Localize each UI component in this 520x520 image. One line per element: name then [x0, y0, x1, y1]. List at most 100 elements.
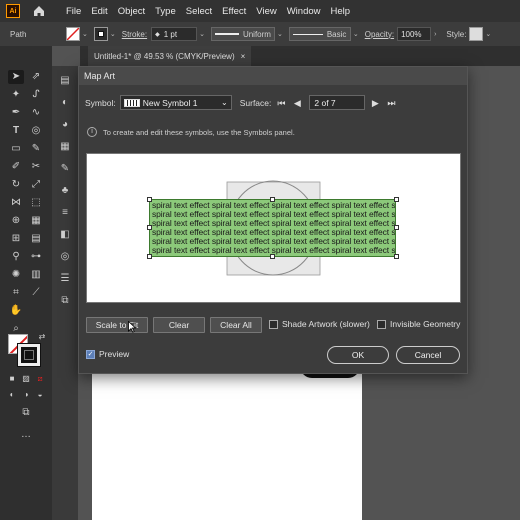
first-surface-icon[interactable]: ⏮ [275, 97, 287, 109]
preview-checkbox[interactable]: ✓ Preview [86, 349, 129, 359]
menu-window[interactable]: Window [287, 6, 321, 17]
home-icon[interactable] [32, 4, 46, 18]
free-transform-icon[interactable]: ⬚ [28, 196, 44, 210]
profile-chevron-icon[interactable]: ⌄ [277, 30, 283, 38]
swatches-panel-icon[interactable]: ▦ [57, 140, 73, 154]
brushes-panel-icon[interactable]: ✎ [57, 162, 73, 176]
stroke-weight-chevron-icon[interactable]: ⌄ [199, 30, 205, 38]
variable-width-profile-dropdown[interactable]: Uniform [210, 27, 275, 41]
graphic-style-swatch[interactable] [469, 27, 484, 41]
screen-mode-icon[interactable]: ⧉ [18, 406, 34, 420]
document-tab[interactable]: Untitled-1* @ 49.53 % (CMYK/Preview) × [88, 46, 252, 66]
appearance-panel-icon[interactable]: ◐ [57, 96, 73, 110]
gradient-panel-icon[interactable]: ◧ [57, 228, 73, 242]
magic-wand-icon[interactable]: ✦ [8, 88, 24, 102]
blend-tool-icon[interactable]: ⊶ [28, 250, 44, 264]
stroke-color-box[interactable] [17, 343, 41, 367]
shaper-tool-icon[interactable]: ✐ [8, 160, 24, 174]
swap-colors-icon[interactable]: ⇄ [34, 330, 50, 344]
shade-artwork-box[interactable] [269, 319, 278, 329]
symbol-dropdown[interactable]: New Symbol 1 ⌄ [119, 95, 232, 110]
lasso-icon[interactable]: ᔑ [28, 88, 44, 102]
curvature-tool-icon[interactable]: ∿ [28, 106, 44, 120]
ok-button[interactable]: OK [327, 346, 389, 364]
graph-tool-icon[interactable]: ▥ [28, 268, 44, 282]
eyedropper-icon[interactable]: ⚲ [8, 250, 24, 264]
shade-artwork-checkbox[interactable]: Shade Artwork (slower) [269, 319, 370, 329]
scale-tool-icon[interactable]: ⤢ [28, 178, 44, 192]
bounding-box-handle[interactable] [147, 225, 152, 230]
none-mode-icon[interactable]: ⧄ [32, 372, 48, 386]
stroke-label[interactable]: Stroke: [122, 30, 147, 39]
brush-chevron-icon[interactable]: ⌄ [353, 30, 359, 38]
symbols-panel-icon[interactable]: ♣ [57, 184, 73, 198]
invisible-geometry-checkbox[interactable]: Invisible Geometry [377, 319, 460, 329]
bounding-box-handle[interactable] [270, 197, 275, 202]
bounding-box-handle[interactable] [147, 197, 152, 202]
menu-select[interactable]: Select [186, 6, 212, 17]
menu-type[interactable]: Type [155, 6, 176, 17]
menu-edit[interactable]: Edit [91, 6, 107, 17]
rectangle-tool-icon[interactable]: ▭ [8, 142, 24, 156]
previous-surface-icon[interactable]: ◀ [291, 97, 303, 109]
draw-inside-icon[interactable]: ◒ [32, 388, 48, 402]
mesh-tool-icon[interactable]: ⊞ [8, 232, 24, 246]
opacity-chevron-icon[interactable]: › [434, 31, 436, 38]
stroke-chevron-icon[interactable]: ⌄ [110, 30, 116, 38]
symbol-artwork[interactable]: spiral text effect spiral text effect sp… [149, 199, 396, 257]
bounding-box-handle[interactable] [394, 225, 399, 230]
opacity-input[interactable]: 100% [397, 27, 432, 41]
menu-object[interactable]: Object [118, 6, 145, 17]
artboard[interactable] [92, 372, 362, 520]
pen-tool-icon[interactable]: ✒ [8, 106, 24, 120]
menu-file[interactable]: File [66, 6, 81, 17]
color-panel-icon[interactable]: ◕ [57, 118, 73, 132]
paintbrush-icon[interactable]: ✎ [28, 142, 44, 156]
menu-help[interactable]: Help [331, 6, 351, 17]
stepper-icon[interactable]: ◆ [155, 31, 160, 38]
spiral-tool-icon[interactable]: ◎ [28, 124, 44, 138]
surface-preview[interactable]: spiral text effect spiral text effect sp… [86, 153, 461, 303]
last-surface-icon[interactable]: ⏭ [385, 97, 397, 109]
stroke-weight-input[interactable]: ◆ 1 pt [151, 27, 198, 41]
scissors-icon[interactable]: ✂ [28, 160, 44, 174]
style-chevron-icon[interactable]: ⌄ [485, 30, 491, 38]
width-tool-icon[interactable]: ⋈ [8, 196, 24, 210]
brush-definition-dropdown[interactable]: Basic [288, 27, 351, 41]
shape-builder-icon[interactable]: ⊕ [8, 214, 24, 228]
menu-effect[interactable]: Effect [222, 6, 246, 17]
bounding-box-handle[interactable] [394, 197, 399, 202]
bounding-box-handle[interactable] [394, 254, 399, 259]
perspective-grid-icon[interactable]: ▦ [28, 214, 44, 228]
close-icon[interactable]: × [241, 52, 246, 61]
fill-swatch[interactable] [66, 27, 80, 41]
align-panel-icon[interactable]: ☰ [57, 272, 73, 286]
artboard-tool-icon[interactable]: ⌗ [8, 286, 24, 300]
next-surface-icon[interactable]: ▶ [369, 97, 381, 109]
surface-field[interactable]: 2 of 7 [309, 95, 366, 110]
clear-all-button[interactable]: Clear All [210, 317, 262, 333]
selection-tool-icon[interactable]: ➤ [8, 70, 24, 84]
symbol-sprayer-icon[interactable]: ✺ [8, 268, 24, 282]
properties-panel-icon[interactable]: ▤ [57, 74, 73, 88]
layers-panel-icon[interactable]: ⧉ [57, 294, 73, 308]
cancel-button[interactable]: Cancel [396, 346, 460, 364]
more-tools-icon[interactable]: … [18, 428, 34, 442]
menu-view[interactable]: View [256, 6, 276, 17]
stroke-swatch[interactable] [93, 27, 108, 41]
slice-tool-icon[interactable]: ⟋ [28, 286, 44, 300]
preview-check-icon[interactable]: ✓ [86, 349, 95, 359]
gradient-tool-icon[interactable]: ▤ [28, 232, 44, 246]
rotate-tool-icon[interactable]: ↻ [8, 178, 24, 192]
hand-tool-icon[interactable]: ✋ [8, 304, 24, 318]
stroke-panel-icon[interactable]: ≡ [57, 206, 73, 220]
bounding-box-handle[interactable] [270, 254, 275, 259]
scale-to-fit-button[interactable]: Scale to Fit [86, 317, 148, 333]
type-tool-icon[interactable]: T [8, 124, 24, 138]
direct-selection-tool-icon[interactable]: ⇗ [28, 70, 44, 84]
opacity-label[interactable]: Opacity: [365, 30, 394, 39]
invisible-geometry-box[interactable] [377, 319, 386, 329]
clear-button[interactable]: Clear [153, 317, 205, 333]
bounding-box-handle[interactable] [147, 254, 152, 259]
transparency-panel-icon[interactable]: ◎ [57, 250, 73, 264]
